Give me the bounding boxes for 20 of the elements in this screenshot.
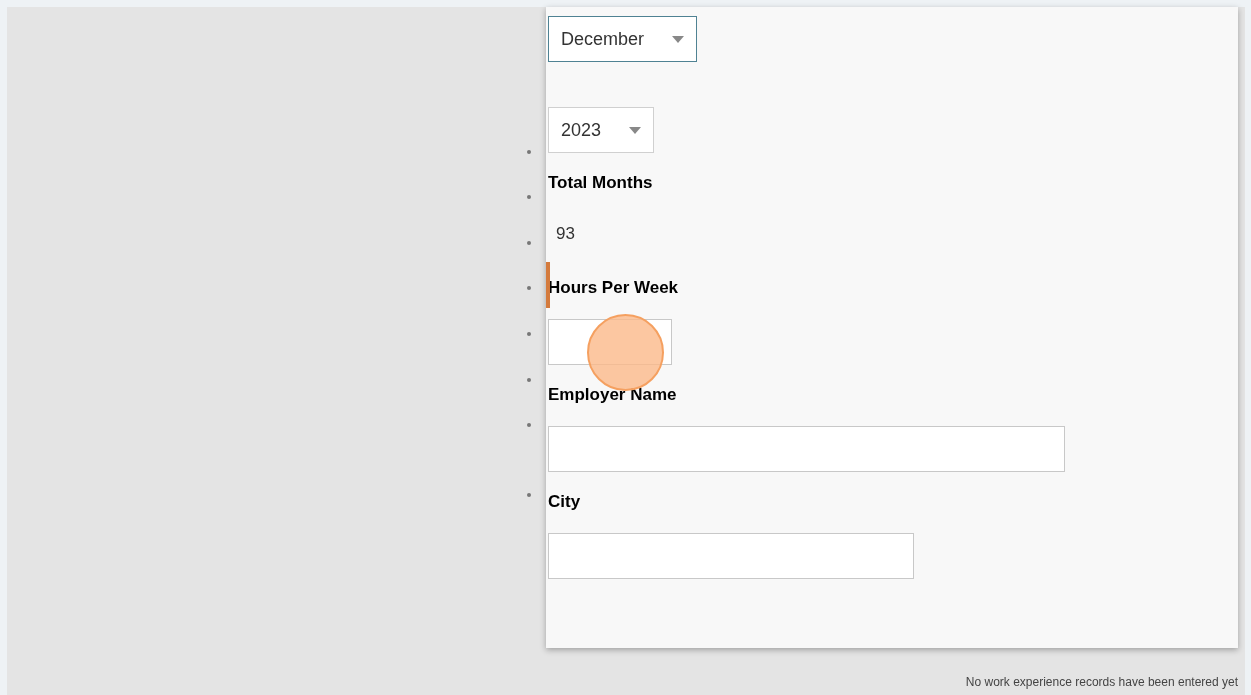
empty-message: No work experience records have been entered yet [965,674,1238,691]
caret-icon [672,35,685,43]
dropdown[interactable]: December [548,16,698,62]
bullet-icon [527,241,531,245]
field-label: Employer Name [548,385,677,405]
bullet-icon [527,150,531,154]
field-label: Total Months [548,173,653,193]
bullet-icon [527,493,531,497]
field-label: City [548,492,581,512]
caret-icon [629,126,642,134]
field-value: 93 [556,224,575,244]
bullet-icon [527,378,531,382]
highlight-bar [546,262,550,308]
input-field[interactable] [548,426,1065,472]
bullet-icon [527,286,531,290]
bullet-icon [527,423,531,427]
bullet-icon [527,332,531,336]
bullet-icon [527,195,531,199]
dropdown[interactable]: 2023 [548,107,655,153]
input-field[interactable] [548,533,914,579]
